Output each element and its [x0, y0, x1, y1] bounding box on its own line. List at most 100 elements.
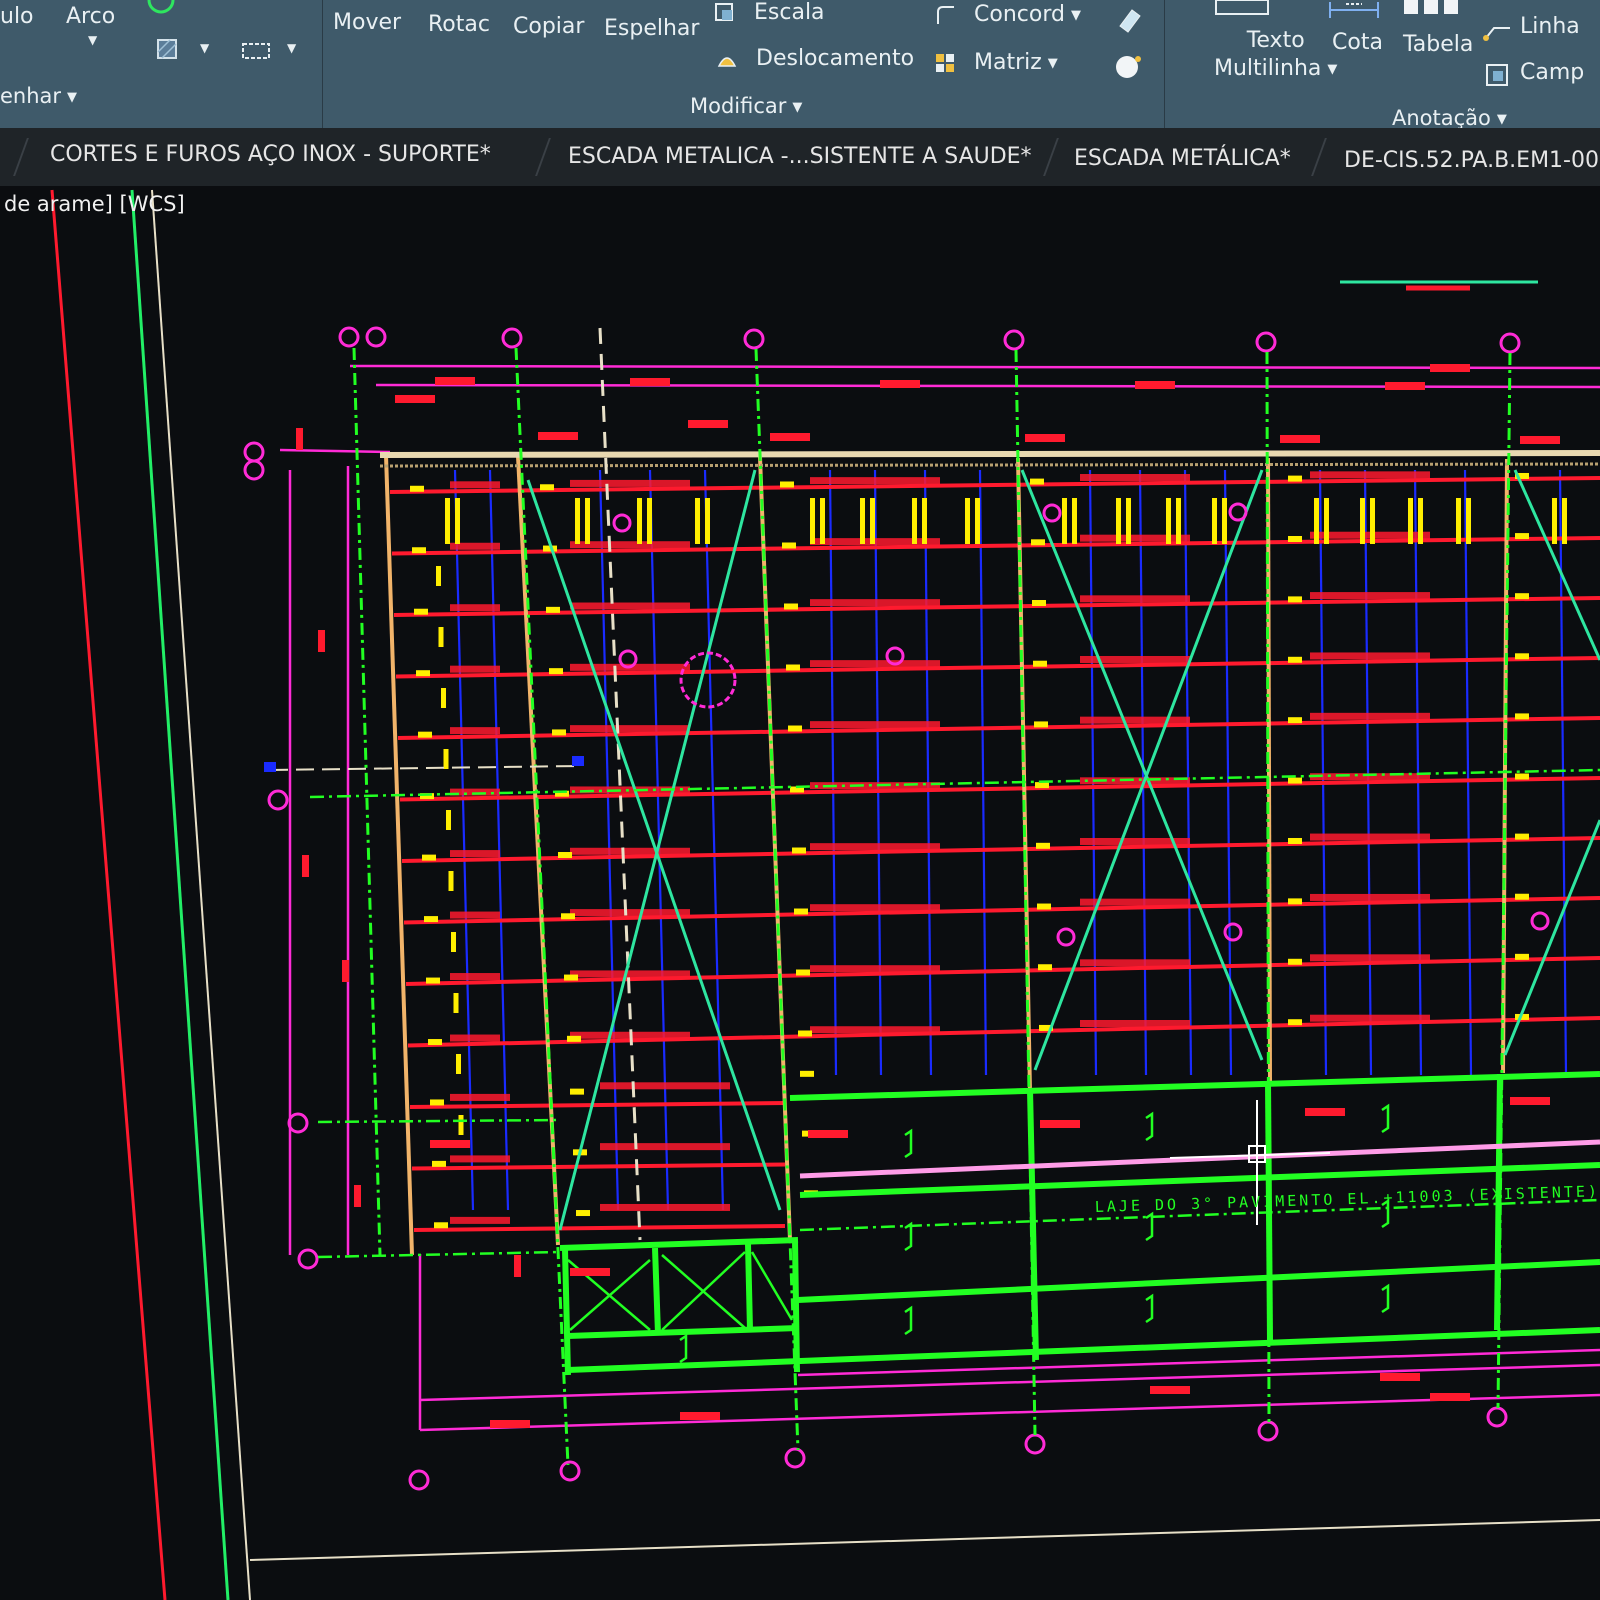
member-tag-stub	[1456, 498, 1461, 544]
leader-icon	[1483, 27, 1510, 41]
purlin-line	[1183, 469, 1193, 1076]
member-tag	[1038, 964, 1052, 971]
tabela-button[interactable]: Tabela	[1403, 34, 1473, 56]
member-tag-tick	[436, 566, 441, 586]
member-tag	[1515, 773, 1529, 780]
eraser-icon[interactable]	[1116, 6, 1144, 34]
member-tag-stub	[1370, 498, 1375, 544]
member-tag	[570, 1088, 584, 1095]
beam-label	[1080, 474, 1190, 482]
member-tag-tick	[446, 810, 451, 830]
member-tag	[428, 1039, 442, 1046]
beam-label	[1310, 471, 1430, 479]
member-tag-stub	[975, 498, 980, 544]
campo-button[interactable]: Camp	[1520, 62, 1584, 84]
member-tag	[1035, 782, 1049, 789]
arco-button[interactable]: Arco	[66, 6, 115, 28]
beam-label	[810, 965, 940, 973]
beam-label	[570, 602, 690, 610]
member-tag	[798, 1030, 812, 1037]
explode-icon[interactable]	[1114, 52, 1144, 80]
draw-panel-title[interactable]: enhar ▼	[0, 84, 77, 108]
tab-de-cis[interactable]: DE-CIS.52.PA.B.EM1-00	[1344, 148, 1599, 173]
deslocamento-icon	[717, 57, 737, 67]
member-tag-red	[1430, 1393, 1470, 1401]
member-tag	[1036, 842, 1050, 849]
beam-label	[450, 1155, 510, 1163]
left-red-mark	[342, 960, 349, 982]
mover-button[interactable]: Mover	[333, 12, 401, 34]
escala-icon	[715, 3, 733, 21]
member-tag	[788, 725, 802, 732]
member-tag	[1515, 593, 1529, 600]
member-tag-red	[1510, 1097, 1550, 1105]
espelhar-button[interactable]: Espelhar	[604, 18, 699, 40]
purlin-line	[598, 469, 620, 1211]
beam-label	[450, 850, 500, 858]
member-tag-stub	[1062, 498, 1067, 544]
tab-cortes-furos[interactable]: CORTES E FUROS AÇO INOX - SUPORTE*	[50, 142, 491, 167]
grid-bubbles-bottom	[408, 1406, 1508, 1491]
member-tag-stub	[870, 498, 875, 544]
member-tag	[782, 542, 796, 549]
linha-button[interactable]: Linha	[1520, 16, 1580, 38]
beam-label	[450, 481, 500, 489]
purlin-line	[1463, 469, 1473, 1076]
member-tag-tick	[443, 749, 449, 769]
tab-escada-metalica[interactable]: ESCADA METÁLICA*	[1074, 146, 1291, 171]
member-tag	[552, 729, 566, 736]
beam-label	[450, 911, 500, 919]
concord-button[interactable]: Concord ▼	[974, 4, 1081, 26]
annotation-panel-title[interactable]: Anotação ▼	[1392, 106, 1507, 130]
cad-drawing[interactable]: LAJE DO 3° PAVIMENTO EL.+11003 (EXISTENT…	[0, 186, 1600, 1600]
member-tag-stub	[965, 498, 970, 544]
member-tag-tick	[438, 627, 444, 647]
drawing-viewport[interactable]: LAJE DO 3° PAVIMENTO EL.+11003 (EXISTENT…	[0, 186, 1600, 1600]
arco-dropdown-icon[interactable]: ▼	[88, 34, 97, 46]
member-tag-stub	[1116, 498, 1121, 544]
member-tag	[549, 668, 563, 675]
panel-separator	[322, 0, 323, 128]
beam-label	[450, 727, 500, 735]
texto-multilinha-button[interactable]: Texto Multilinha ▼	[1214, 30, 1337, 80]
beam-label	[570, 725, 690, 733]
escala-button[interactable]: Escala	[754, 2, 825, 24]
border-line-white	[151, 189, 251, 1600]
member-tag-stub	[1166, 498, 1171, 544]
member-tag	[1288, 536, 1302, 543]
beam-label	[810, 843, 940, 851]
member-tag	[426, 977, 440, 984]
deslocamento-button[interactable]: Deslocamento	[756, 48, 914, 70]
beam-label	[570, 479, 690, 487]
circle-tool-icon[interactable]	[146, 0, 176, 16]
border-line-bottom	[249, 1519, 1600, 1561]
viewport-label[interactable]: de arame] [WCS]	[4, 192, 185, 216]
hatch-dropdown-icon[interactable]: ▼	[200, 42, 209, 54]
cota-button[interactable]: Cota	[1332, 32, 1383, 54]
rotac-button[interactable]: Rotac	[428, 14, 490, 36]
left-red-mark	[296, 428, 303, 450]
member-tag	[1288, 717, 1302, 724]
region-dropdown-icon[interactable]: ▼	[287, 42, 296, 54]
purlin-line	[1088, 469, 1098, 1076]
file-tabs-bar: CORTES E FUROS AÇO INOX - SUPORTE* ESCAD…	[0, 128, 1600, 187]
copiar-button[interactable]: Copiar	[513, 16, 584, 38]
member-tag-stub	[1466, 498, 1471, 544]
member-tag	[558, 852, 572, 859]
region-icon[interactable]	[240, 40, 272, 62]
panel-separator	[1164, 0, 1165, 128]
tab-escada-metalica-saude[interactable]: ESCADA METALICA -...SISTENTE A SAUDE*	[568, 144, 1032, 169]
member-tag-red	[538, 432, 578, 440]
member-tag-stub	[1418, 498, 1423, 544]
member-tag-tick	[448, 871, 454, 891]
matriz-button[interactable]: Matriz ▼	[974, 52, 1058, 74]
member-tag-tick	[453, 993, 459, 1013]
member-tag	[564, 974, 578, 981]
draw-partial-button[interactable]: ulo	[0, 6, 34, 28]
member-tag-stub	[1314, 498, 1319, 544]
modify-panel-title[interactable]: Modificar ▼	[690, 94, 802, 118]
concord-icon	[937, 6, 954, 24]
hatch-icon[interactable]	[156, 38, 178, 60]
beam-label	[810, 599, 940, 607]
member-tag	[410, 485, 424, 492]
